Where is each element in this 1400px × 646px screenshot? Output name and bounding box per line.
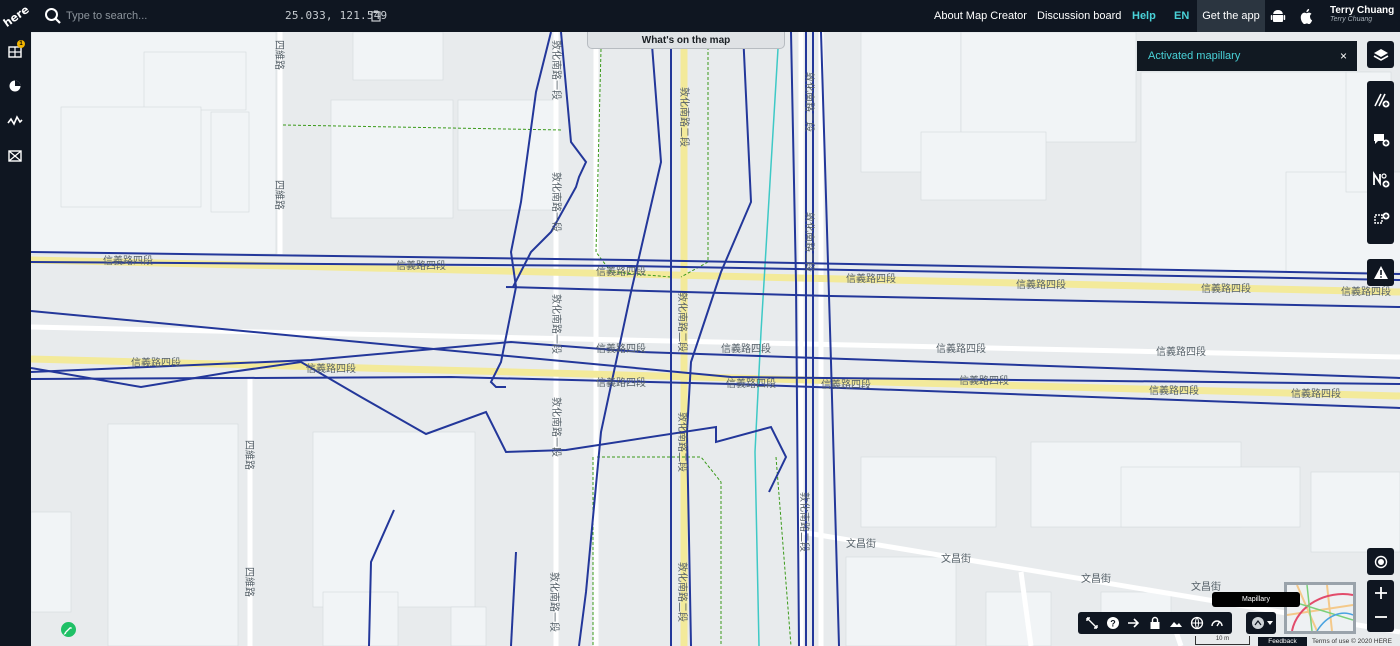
terms-of-use-link[interactable]: Terms of use © 2020 HERE	[1312, 638, 1392, 645]
bottom-toolbar: ?	[1078, 612, 1232, 634]
street-label-dunhua: 敦化南路一段	[550, 40, 563, 100]
activation-toast: Activated mapillary ×	[1137, 41, 1357, 71]
street-label-xinyi: 信義路四段	[959, 374, 1009, 387]
street-label-xinyi: 信義路四段	[1149, 384, 1199, 397]
street-label-xinyi: 信義路四段	[131, 356, 181, 369]
street-label-xinyi: 信義路四段	[396, 259, 446, 272]
layers-button[interactable]	[1367, 41, 1394, 68]
add-address-icon[interactable]	[1372, 171, 1390, 189]
mapillary-tooltip: Mapillary	[1212, 592, 1300, 607]
street-label-dunhua: 敦化南路二段	[798, 492, 811, 552]
search-icon[interactable]	[44, 7, 62, 25]
street-label-dunhua: 敦化南路一段	[550, 172, 563, 232]
whats-on-the-map-tab[interactable]: What's on the map	[587, 32, 785, 49]
street-label-siwei: 四維路	[243, 567, 256, 597]
edit-pencil-icon	[63, 627, 72, 635]
street-label-siwei: 四維路	[273, 180, 286, 210]
street-label-wenchang: 文昌街	[846, 537, 876, 550]
street-label-xinyi: 信義路四段	[596, 265, 646, 278]
zoom-controls	[1367, 580, 1394, 632]
street-label-dunhua: 敦化南路二段	[678, 87, 691, 147]
help-icon[interactable]: ?	[1106, 616, 1120, 630]
user-subtitle: Terry Chuang	[1330, 16, 1373, 23]
measure-icon[interactable]	[1085, 616, 1099, 630]
discussion-board-link[interactable]: Discussion board	[1037, 10, 1121, 22]
street-label-xinyi: 信義路四段	[596, 342, 646, 355]
android-icon[interactable]	[1270, 8, 1286, 24]
add-place-icon[interactable]	[1372, 131, 1390, 149]
activity-icon[interactable]	[7, 113, 23, 129]
apple-icon[interactable]	[1299, 8, 1315, 24]
add-polygon-icon[interactable]	[1372, 211, 1390, 229]
left-sidebar: 1	[0, 32, 31, 646]
top-bar: here 25.033, 121.549 About Map Creator D…	[0, 0, 1400, 32]
street-label-dunhua: 敦化南路二段	[803, 72, 816, 132]
get-app-button[interactable]: Get the app	[1197, 0, 1265, 32]
street-label-siwei: 四維路	[273, 40, 286, 70]
search-input[interactable]	[66, 6, 266, 26]
pie-chart-icon[interactable]	[7, 78, 23, 94]
street-label-xinyi: 信義路四段	[846, 272, 896, 285]
layers-icon	[1373, 49, 1388, 61]
feedback-button[interactable]: Feedback	[1258, 637, 1307, 646]
street-label-dunhua: 敦化南路一段	[548, 572, 561, 632]
image-gallery-icon[interactable]	[7, 148, 23, 164]
street-label-xinyi: 信義路四段	[596, 376, 646, 389]
add-road-icon[interactable]	[1372, 91, 1390, 109]
speed-icon[interactable]	[1210, 616, 1224, 630]
street-label-xinyi: 信義路四段	[1291, 387, 1341, 400]
street-label-wenchang: 文昌街	[1081, 572, 1111, 585]
notification-badge: 1	[17, 40, 25, 48]
terrain-icon[interactable]	[1169, 616, 1183, 630]
locate-me-button[interactable]	[1367, 548, 1394, 575]
street-label-xinyi: 信義路四段	[306, 362, 356, 375]
street-label-dunhua: 敦化南路一段	[550, 397, 563, 457]
street-label-wenchang: 文昌街	[941, 552, 971, 565]
mapillary-status-dot[interactable]	[61, 622, 76, 637]
toast-message: Activated mapillary	[1148, 50, 1241, 62]
street-label-xinyi: 信義路四段	[1341, 285, 1391, 298]
user-name: Terry Chuang	[1330, 5, 1395, 16]
warnings-button[interactable]	[1367, 259, 1394, 286]
feedback-label: Feedback	[1268, 638, 1297, 645]
globe-icon[interactable]	[1190, 616, 1204, 630]
language-selector[interactable]: EN	[1174, 10, 1189, 22]
map-canvas[interactable]: 信義路四段 信義路四段 信義路四段 信義路四段 信義路四段 信義路四段 信義路四…	[31, 32, 1400, 646]
street-label-dunhua: 敦化南路二段	[676, 292, 689, 352]
about-link[interactable]: About Map Creator	[934, 10, 1027, 22]
mapillary-icon	[1252, 617, 1273, 629]
mapillary-toggle-button[interactable]	[1246, 612, 1276, 634]
add-tools-group	[1367, 81, 1394, 244]
svg-text:?: ?	[1111, 619, 1117, 629]
street-label-dunhua: 敦化南路一段	[550, 294, 563, 354]
street-label-dunhua: 敦化南路二段	[803, 212, 816, 272]
toast-close-button[interactable]: ×	[1340, 49, 1347, 63]
copy-icon[interactable]	[371, 10, 381, 22]
lock-icon[interactable]	[1148, 616, 1162, 630]
map-creator-app: 信義路四段 信義路四段 信義路四段 信義路四段 信義路四段 信義路四段 信義路四…	[0, 0, 1400, 646]
street-label-dunhua: 敦化南路二段	[676, 562, 689, 622]
locate-icon	[1374, 555, 1387, 569]
street-label-xinyi: 信義路四段	[1156, 345, 1206, 358]
directions-icon[interactable]	[1127, 616, 1141, 630]
zoom-out-icon[interactable]	[1374, 610, 1388, 624]
street-label-xinyi: 信義路四段	[1201, 282, 1251, 295]
street-label-xinyi: 信義路四段	[721, 342, 771, 355]
minimap[interactable]	[1284, 582, 1356, 634]
help-link[interactable]: Help	[1132, 10, 1156, 22]
street-label-siwei: 四維路	[243, 440, 256, 470]
whats-on-the-map-label: What's on the map	[641, 34, 731, 46]
warning-icon	[1373, 266, 1388, 279]
street-label-xinyi: 信義路四段	[821, 378, 871, 391]
street-label-xinyi: 信義路四段	[726, 377, 776, 390]
scale-bar: 10 m	[1195, 636, 1250, 645]
user-menu[interactable]: Terry Chuang Terry Chuang	[1330, 5, 1394, 23]
get-app-label: Get the app	[1202, 10, 1260, 22]
street-label-xinyi: 信義路四段	[936, 342, 986, 355]
street-label-xinyi: 信義路四段	[1016, 278, 1066, 291]
street-label-xinyi: 信義路四段	[103, 254, 153, 267]
zoom-in-icon[interactable]	[1374, 586, 1388, 600]
street-label-dunhua: 敦化南路二段	[676, 412, 689, 472]
